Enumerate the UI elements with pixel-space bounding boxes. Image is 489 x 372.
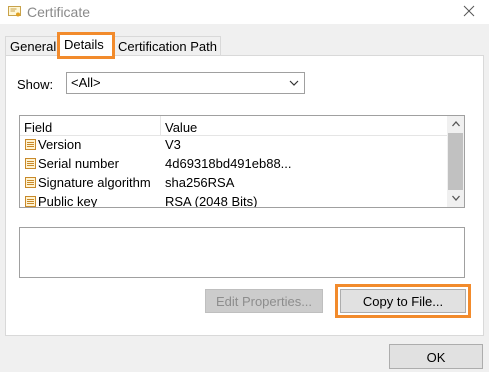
- list-row-serial-number[interactable]: Serial number 4d69318bd491eb88...: [20, 154, 447, 173]
- scroll-up-button[interactable]: [447, 116, 464, 133]
- row-field-value: 4d69318bd491eb88...: [165, 156, 292, 171]
- chevron-down-icon: [288, 77, 300, 89]
- close-icon: [463, 5, 475, 20]
- row-field-value: sha256RSA: [165, 175, 235, 190]
- row-field-value: V3: [165, 137, 181, 152]
- chevron-down-icon: [451, 192, 461, 206]
- list-header: Field Value: [20, 116, 447, 136]
- certificate-icon: [8, 5, 21, 18]
- list-row-version[interactable]: Version V3: [20, 135, 447, 154]
- document-icon: [24, 195, 37, 207]
- tab-strip: General Details Certification Path: [5, 32, 221, 59]
- show-dropdown[interactable]: <All>: [66, 72, 305, 94]
- ok-button[interactable]: OK: [389, 344, 483, 369]
- document-icon: [24, 138, 37, 151]
- document-icon: [24, 157, 37, 170]
- row-field-name: Public key: [38, 194, 98, 208]
- row-field-value: RSA (2048 Bits): [165, 194, 258, 208]
- scroll-down-button[interactable]: [447, 190, 464, 207]
- scrollbar-thumb[interactable]: [448, 133, 463, 190]
- row-field-name: Serial number: [38, 156, 119, 171]
- copy-to-file-button[interactable]: Copy to File...: [335, 284, 471, 318]
- document-icon: [24, 176, 37, 189]
- show-selected-value: <All>: [71, 75, 101, 90]
- row-field-name: Version: [38, 137, 82, 152]
- column-header-field[interactable]: Field: [24, 120, 52, 135]
- list-row-public-key[interactable]: Public key RSA (2048 Bits): [20, 192, 447, 208]
- title-bar: Certificate: [0, 0, 489, 24]
- close-button[interactable]: [456, 0, 482, 24]
- list-row-signature-algorithm[interactable]: Signature algorithm sha256RSA: [20, 173, 447, 192]
- certificate-dialog: Certificate General Details Certificatio…: [0, 0, 489, 372]
- details-panel: Show: <All> Field Value Version V3 Seria…: [5, 55, 484, 336]
- vertical-scrollbar[interactable]: [447, 116, 464, 207]
- edit-properties-button[interactable]: Edit Properties...: [205, 289, 323, 313]
- tab-certification-path[interactable]: Certification Path: [113, 36, 221, 57]
- tab-details[interactable]: Details: [57, 32, 115, 59]
- window-title: Certificate: [27, 4, 91, 20]
- field-detail-box[interactable]: [19, 227, 465, 278]
- chevron-up-icon: [451, 118, 461, 132]
- tab-general[interactable]: General: [5, 36, 59, 57]
- show-label: Show:: [17, 77, 54, 92]
- field-list[interactable]: Field Value Version V3 Serial number 4d6…: [19, 115, 465, 208]
- column-header-value[interactable]: Value: [165, 120, 197, 135]
- row-field-name: Signature algorithm: [38, 175, 151, 190]
- column-divider[interactable]: [160, 116, 161, 135]
